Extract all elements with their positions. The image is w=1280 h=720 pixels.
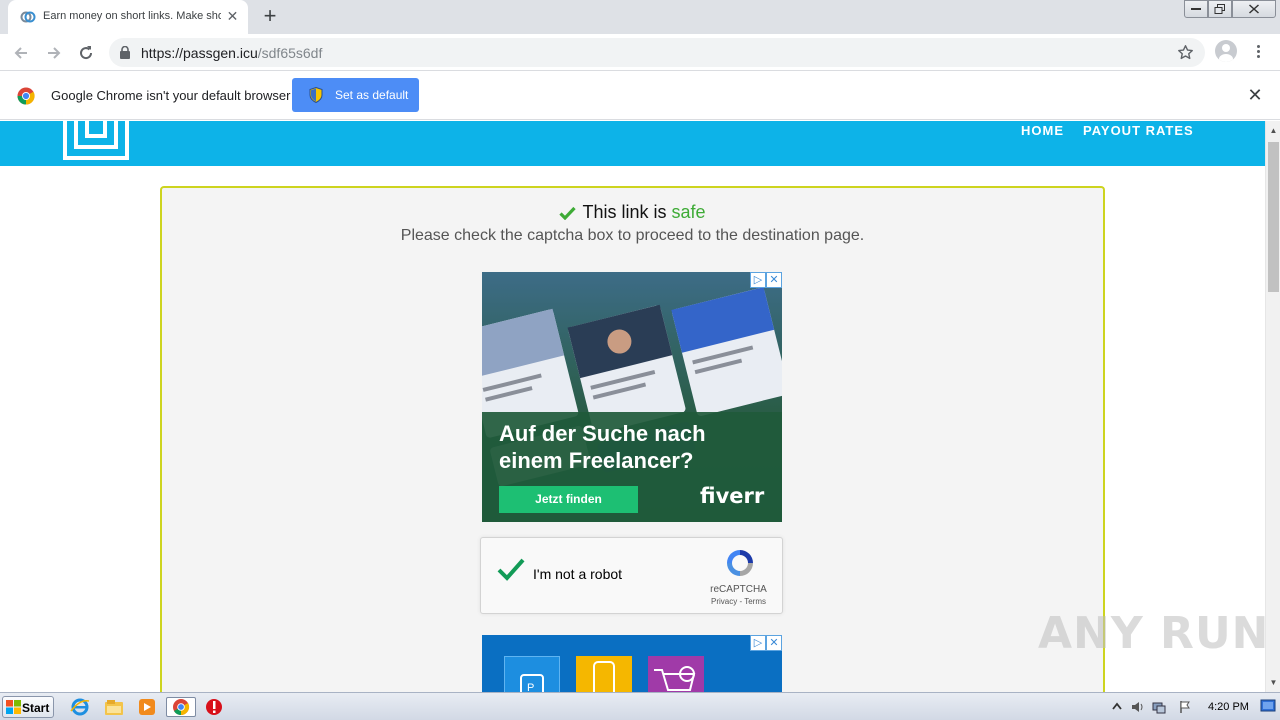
back-button[interactable]	[8, 40, 34, 66]
browser-tab[interactable]: Earn money on short links. Make sho ✕	[8, 0, 248, 34]
address-bar[interactable]: https://passgen.icu/sdf65s6df	[109, 38, 1205, 67]
ad-phone-tile	[576, 656, 632, 692]
stop-icon[interactable]	[203, 697, 225, 717]
bookmark-star-icon[interactable]	[1177, 44, 1194, 61]
close-icon	[1249, 4, 1259, 14]
infobar-message: Google Chrome isn't your default browser	[51, 88, 291, 103]
recaptcha-widget: I'm not a robot reCAPTCHA Privacy - Term…	[480, 537, 783, 614]
paypal-icon: P	[520, 674, 544, 692]
chrome-taskbar-button[interactable]	[166, 697, 196, 717]
start-label: Start	[22, 701, 50, 715]
infobar-close-icon[interactable]: ✕	[1246, 86, 1264, 104]
phone-icon	[593, 661, 615, 692]
windows-taskbar: Start 4:20 PM	[0, 692, 1280, 720]
taskbar-clock[interactable]: 4:20 PM	[1208, 701, 1249, 713]
nav-payout-rates-link[interactable]: PAYOUT RATES	[1083, 123, 1194, 138]
recaptcha-label: I'm not a robot	[533, 566, 623, 582]
windows-flag-icon	[6, 700, 21, 714]
ad-close-icon[interactable]: ✕	[766, 635, 782, 651]
tab-close-icon[interactable]: ✕	[224, 8, 241, 25]
restore-button[interactable]	[1208, 0, 1232, 18]
site-header: HOME PAYOUT RATES	[0, 121, 1265, 166]
shopping-cart-icon	[654, 666, 696, 691]
safe-word: safe	[671, 202, 706, 222]
second-ad-banner[interactable]: P ▷ ✕	[482, 635, 782, 692]
browser-toolbar: https://passgen.icu/sdf65s6df	[0, 34, 1280, 71]
svg-text:P: P	[527, 682, 534, 692]
set-as-default-button[interactable]: Set as default	[292, 78, 419, 112]
explorer-icon[interactable]	[103, 697, 125, 717]
ad-badges: ▷ ✕	[750, 272, 782, 288]
ie-icon[interactable]	[69, 697, 91, 717]
captcha-instruction: Please check the captcha box to proceed …	[400, 227, 865, 244]
chrome-logo-icon	[17, 87, 35, 105]
reload-button[interactable]	[73, 40, 99, 66]
checkmark-icon	[559, 206, 577, 220]
recaptcha-logo-icon	[727, 550, 753, 576]
forward-arrow-icon	[48, 47, 61, 59]
url-path: /sdf65s6df	[257, 45, 323, 61]
adchoices-icon[interactable]: ▷	[750, 635, 766, 651]
ad2-badges: ▷ ✕	[750, 635, 782, 651]
action-center-flag-icon[interactable]	[1178, 700, 1192, 714]
profile-avatar-icon[interactable]	[1215, 40, 1237, 62]
set-as-default-label: Set as default	[335, 88, 409, 102]
safe-prefix: This link is	[582, 202, 667, 222]
show-desktop-icon[interactable]	[1260, 696, 1276, 716]
minimize-button[interactable]	[1184, 0, 1208, 18]
start-button[interactable]: Start	[2, 696, 54, 718]
ad-headline: Auf der Suche nach einem Freelancer?	[499, 421, 706, 473]
tab-title: Earn money on short links. Make sho	[43, 10, 221, 22]
media-player-icon[interactable]	[136, 697, 158, 717]
new-tab-button[interactable]: +	[258, 5, 282, 29]
back-arrow-icon	[14, 47, 27, 59]
uac-shield-icon	[309, 87, 323, 103]
ad-payment-tile: P	[504, 656, 560, 692]
volume-icon[interactable]	[1130, 700, 1144, 714]
nav-home-link[interactable]: HOME	[1021, 123, 1064, 138]
scroll-down-icon[interactable]: ▼	[1266, 675, 1280, 690]
recaptcha-privacy-terms[interactable]: Privacy - Terms	[701, 597, 776, 606]
chrome-menu-icon[interactable]	[1251, 43, 1265, 61]
reload-icon	[80, 46, 93, 60]
ad-cart-tile	[648, 656, 704, 692]
fiverr-logo: fiverr	[700, 484, 765, 508]
minimize-icon	[1191, 8, 1201, 10]
recaptcha-checkbox[interactable]	[496, 557, 526, 583]
link-check-card: This link is safe Please check the captc…	[160, 186, 1105, 692]
scroll-thumb[interactable]	[1268, 142, 1279, 292]
url-text: https://passgen.icu/sdf65s6df	[141, 45, 322, 61]
safe-status-line: This link is safe	[162, 202, 1103, 223]
fiverr-ad-banner[interactable]: Auf der Suche nach einem Freelancer? Jet…	[482, 272, 782, 522]
link-favicon-icon	[20, 11, 36, 23]
recaptcha-brand: reCAPTCHA	[710, 584, 767, 595]
url-host: https://passgen.icu	[141, 45, 258, 61]
anyrun-watermark: ANY RUN	[1038, 608, 1270, 659]
default-browser-infobar: Google Chrome isn't your default browser…	[0, 72, 1280, 120]
site-logo-icon[interactable]	[62, 121, 130, 161]
tab-strip: Earn money on short links. Make sho ✕ +	[0, 0, 1280, 34]
adchoices-icon[interactable]: ▷	[750, 272, 766, 288]
page-viewport: HOME PAYOUT RATES This link is safe Plea…	[0, 121, 1265, 692]
restore-icon	[1214, 4, 1225, 14]
forward-button[interactable]	[41, 40, 67, 66]
network-icon[interactable]	[1152, 700, 1166, 714]
ad-close-icon[interactable]: ✕	[766, 272, 782, 288]
lock-icon	[120, 46, 130, 59]
chrome-icon	[173, 699, 190, 716]
close-window-button[interactable]	[1232, 0, 1276, 18]
ad-cta-button[interactable]: Jetzt finden	[499, 486, 638, 513]
tray-expand-icon[interactable]	[1110, 700, 1124, 714]
scroll-up-icon[interactable]: ▲	[1266, 123, 1280, 138]
page-scrollbar[interactable]: ▲ ▼	[1265, 121, 1280, 692]
